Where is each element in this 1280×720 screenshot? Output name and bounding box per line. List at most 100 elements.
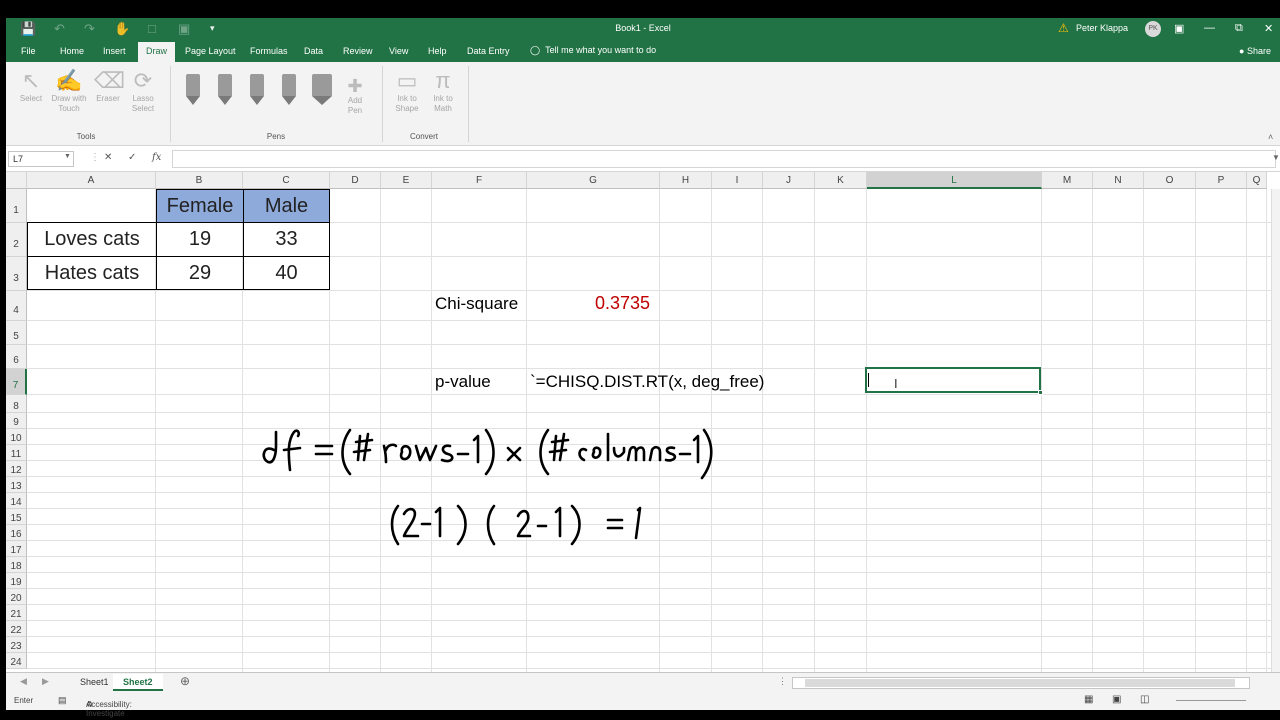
column-header-b[interactable]: B: [156, 172, 243, 189]
highlighter[interactable]: [312, 74, 332, 105]
chevron-down-icon[interactable]: ▼: [64, 153, 71, 160]
tab-formulas[interactable]: Formulas: [250, 46, 288, 56]
tab-page-layout[interactable]: Page Layout: [185, 46, 236, 56]
fill-handle[interactable]: [1038, 390, 1043, 395]
pen-1[interactable]: [186, 74, 200, 105]
row-header-2[interactable]: 2: [6, 223, 27, 257]
row-header-12[interactable]: 12: [6, 461, 27, 477]
tab-view[interactable]: View: [389, 46, 408, 56]
eraser-button[interactable]: ⌫ Eraser: [94, 68, 125, 104]
ribbon-display-icon[interactable]: ▣: [1174, 22, 1184, 35]
add-pen-button[interactable]: ✚ Add Pen: [340, 76, 370, 116]
row-header-23[interactable]: 23: [6, 637, 27, 653]
insert-function-icon[interactable]: fx: [152, 152, 161, 163]
tab-draw[interactable]: Draw: [138, 42, 176, 62]
column-header-c[interactable]: C: [243, 172, 330, 189]
table-cell[interactable]: 33: [243, 222, 330, 257]
tab-help[interactable]: Help: [428, 46, 447, 56]
tab-file[interactable]: File: [21, 46, 36, 56]
sheet-tab-sheet1[interactable]: Sheet1: [70, 674, 119, 691]
restore-icon[interactable]: ⧉: [1235, 22, 1243, 35]
draw-with-touch-button[interactable]: ✍ Draw with Touch: [50, 68, 88, 114]
column-header-p[interactable]: P: [1196, 172, 1247, 189]
column-header-n[interactable]: N: [1093, 172, 1144, 189]
select-button[interactable]: ↖ Select: [16, 68, 46, 104]
row-header-17[interactable]: 17: [6, 541, 27, 557]
selected-cell-L7[interactable]: [865, 367, 1041, 393]
row-header-14[interactable]: 14: [6, 493, 27, 509]
column-header-l[interactable]: L: [867, 172, 1042, 189]
column-header-g[interactable]: G: [527, 172, 660, 189]
table-cell[interactable]: 29: [156, 256, 244, 290]
column-header-m[interactable]: M: [1042, 172, 1093, 189]
user-name[interactable]: Peter Klappa: [1076, 23, 1128, 33]
tab-insert[interactable]: Insert: [103, 46, 126, 56]
row-header-7[interactable]: 7: [6, 369, 27, 395]
column-header-q[interactable]: Q: [1247, 172, 1267, 189]
table-cell[interactable]: 40: [243, 256, 330, 290]
column-header-e[interactable]: E: [381, 172, 432, 189]
column-header-k[interactable]: K: [815, 172, 867, 189]
row-header-16[interactable]: 16: [6, 525, 27, 541]
cancel-icon[interactable]: ✕: [104, 152, 112, 163]
row-header-5[interactable]: 5: [6, 321, 27, 345]
row-header-18[interactable]: 18: [6, 557, 27, 573]
pen-4[interactable]: [282, 74, 296, 105]
row-header-4[interactable]: 4: [6, 291, 27, 321]
row-header-1[interactable]: 1: [6, 189, 27, 223]
p-value-label[interactable]: p-value: [435, 372, 491, 392]
row-header-19[interactable]: 19: [6, 573, 27, 589]
row-header-8[interactable]: 8: [6, 395, 27, 413]
macro-icon[interactable]: ▤: [58, 695, 67, 706]
row-header-22[interactable]: 22: [6, 621, 27, 637]
row-header-24[interactable]: 24: [6, 653, 27, 669]
sheet-tab-sheet2[interactable]: Sheet2: [113, 674, 163, 691]
row-header-13[interactable]: 13: [6, 477, 27, 493]
column-header-f[interactable]: F: [432, 172, 527, 189]
tab-data[interactable]: Data: [304, 46, 323, 56]
prev-sheet-icon[interactable]: ◀: [20, 676, 27, 687]
column-header-h[interactable]: H: [660, 172, 712, 189]
zoom-slider[interactable]: [1176, 700, 1246, 701]
collapse-ribbon-icon[interactable]: ˄: [1268, 132, 1273, 142]
table-header-male[interactable]: Male: [243, 189, 330, 223]
column-header-i[interactable]: I: [712, 172, 763, 189]
vertical-scrollbar[interactable]: [1271, 189, 1280, 672]
row-header-21[interactable]: 21: [6, 605, 27, 621]
normal-view-icon[interactable]: ▦: [1084, 694, 1093, 705]
tab-review[interactable]: Review: [343, 46, 373, 56]
column-header-o[interactable]: O: [1144, 172, 1196, 189]
minimize-icon[interactable]: —: [1204, 22, 1215, 34]
formula-input[interactable]: [172, 150, 1276, 168]
tell-me-box[interactable]: ◯ Tell me what you want to do: [530, 45, 656, 56]
column-header-d[interactable]: D: [330, 172, 381, 189]
row-header-3[interactable]: 3: [6, 257, 27, 291]
formula-hint-text[interactable]: `=CHISQ.DIST.RT(x, deg_free): [530, 372, 764, 392]
row-header-20[interactable]: 20: [6, 589, 27, 605]
chi-square-value[interactable]: 0.3735: [595, 293, 650, 314]
expand-formula-icon[interactable]: ▼: [1272, 153, 1280, 162]
select-all-corner[interactable]: [6, 172, 27, 189]
page-layout-icon[interactable]: ▣: [1112, 694, 1121, 705]
table-row-label[interactable]: Loves cats: [27, 222, 157, 257]
avatar[interactable]: PK: [1145, 21, 1161, 37]
table-row-label[interactable]: Hates cats: [27, 256, 157, 290]
tab-data-entry[interactable]: Data Entry: [467, 46, 510, 56]
close-icon[interactable]: ✕: [1264, 22, 1273, 35]
tab-home[interactable]: Home: [60, 46, 84, 56]
ink-to-math-button[interactable]: π Ink to Math: [428, 68, 458, 114]
row-header-11[interactable]: 11: [6, 445, 27, 461]
column-header-j[interactable]: J: [763, 172, 815, 189]
horizontal-scrollbar[interactable]: [792, 677, 1250, 689]
chi-square-label[interactable]: Chi-square: [435, 294, 518, 314]
next-sheet-icon[interactable]: ▶: [42, 676, 49, 687]
share-button[interactable]: ● Share: [1239, 46, 1271, 56]
row-header-6[interactable]: 6: [6, 345, 27, 369]
row-header-9[interactable]: 9: [6, 413, 27, 429]
pen-3[interactable]: [250, 74, 264, 105]
lasso-select-button[interactable]: ⟳ Lasso Select: [128, 68, 158, 114]
row-header-15[interactable]: 15: [6, 509, 27, 525]
column-header-a[interactable]: A: [27, 172, 156, 189]
ink-to-shape-button[interactable]: ▭ Ink to Shape: [392, 68, 422, 114]
page-break-icon[interactable]: ◫: [1140, 694, 1149, 705]
